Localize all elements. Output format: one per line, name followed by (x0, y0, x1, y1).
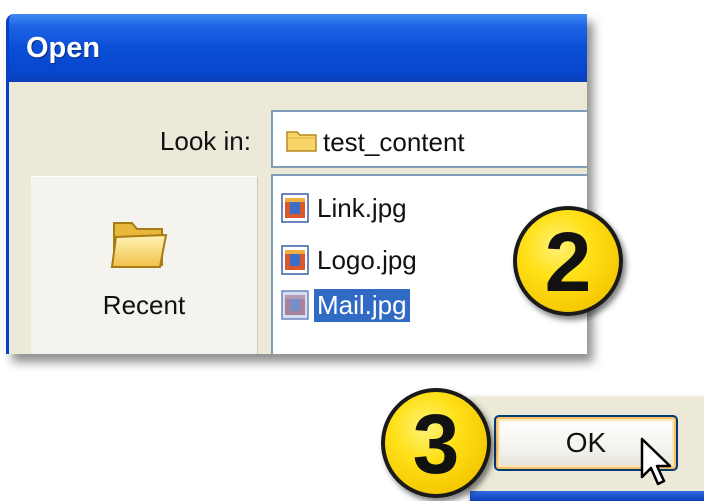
file-name: Link.jpg (317, 192, 407, 223)
look-in-label: Look in: (159, 126, 251, 156)
step-number: 2 (544, 215, 592, 309)
step-2-badge: 2 (513, 206, 623, 316)
jpg-image-icon (281, 290, 309, 320)
folder-icon (286, 131, 317, 152)
places-bar: Recent (31, 176, 258, 354)
file-item[interactable]: Logo.jpg (281, 242, 420, 278)
step-number: 3 (412, 397, 460, 491)
dialog-title: Open (26, 32, 101, 64)
places-item-recent[interactable]: Recent (31, 290, 257, 321)
file-name: Logo.jpg (317, 244, 417, 275)
mouse-pointer-icon (640, 437, 672, 486)
file-name: Mail.jpg (314, 288, 410, 322)
dialog-titlebar[interactable]: Open (9, 14, 587, 82)
jpg-image-icon (281, 245, 309, 275)
step-3-badge: 3 (381, 388, 491, 498)
open-dialog: Open Look in: test_content Recent Link.j… (6, 14, 587, 354)
look-in-dropdown[interactable]: test_content (271, 110, 587, 168)
jpg-image-icon (281, 193, 309, 223)
file-item[interactable]: Link.jpg (281, 190, 410, 226)
folder-icon[interactable] (108, 213, 170, 275)
look-in-value: test_content (323, 127, 465, 157)
file-item-selected[interactable]: Mail.jpg (281, 287, 410, 323)
